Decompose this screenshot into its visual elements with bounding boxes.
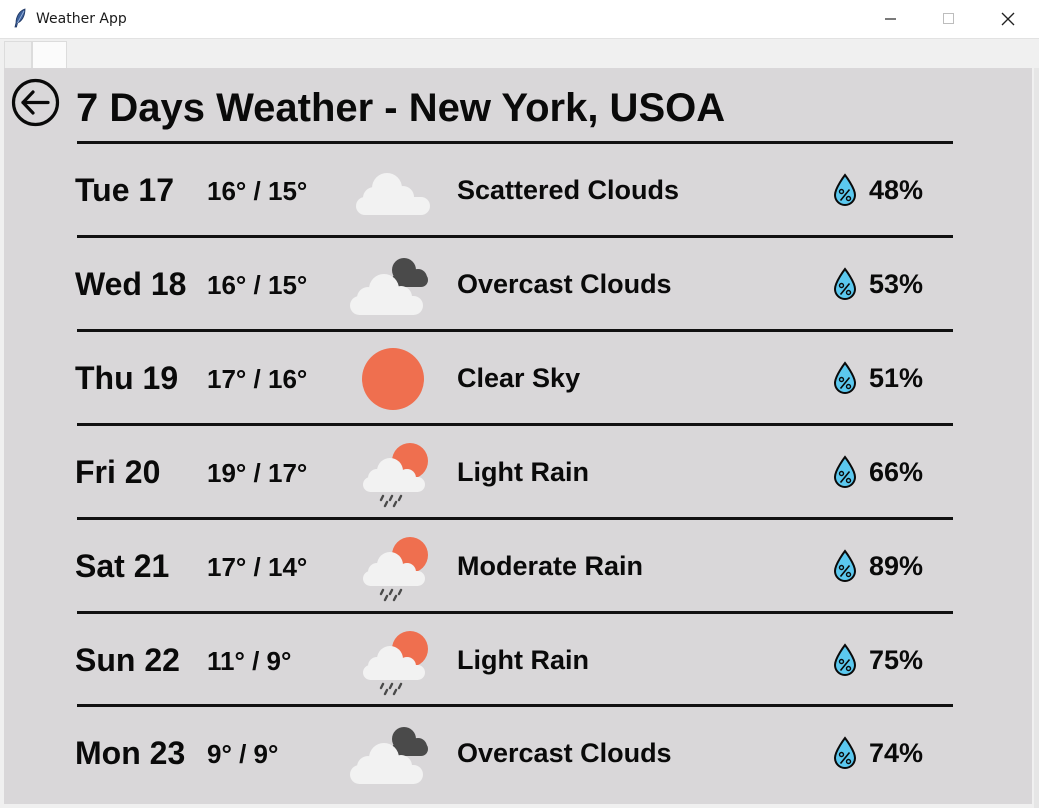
humidity-value: 51% — [869, 363, 924, 393]
minimize-icon — [885, 18, 896, 20]
rain-sun-cloud-icon — [363, 537, 428, 602]
day-label: Wed 18 — [75, 266, 187, 302]
humidity-value: 48% — [869, 175, 924, 205]
day-label: Tue 17 — [75, 172, 174, 208]
day-label: Thu 19 — [75, 360, 179, 396]
humidity-drop-icon — [833, 643, 857, 676]
weather-description: Overcast Clouds — [457, 269, 672, 299]
forecast-row: Fri 20 19° / 17° Light Rain 66% — [4, 425, 1032, 519]
temperature: 11° / 9° — [207, 646, 292, 676]
weather-description: Moderate Rain — [457, 551, 644, 581]
humidity-drop-icon — [833, 455, 857, 488]
tab-1[interactable] — [4, 41, 32, 70]
page-title: 7 Days Weather - New York, USOA — [76, 86, 726, 130]
humidity-value: 89% — [869, 551, 924, 581]
humidity-drop-icon — [833, 173, 857, 206]
maximize-button[interactable] — [920, 0, 978, 38]
humidity-value: 66% — [869, 457, 924, 487]
window-title: Weather App — [36, 11, 127, 27]
weather-description: Light Rain — [457, 645, 589, 675]
overcast-clouds-icon — [350, 258, 428, 315]
overcast-clouds-icon — [350, 727, 428, 784]
scattered-clouds-icon — [356, 173, 430, 215]
humidity-drop-icon — [833, 549, 857, 582]
tab-strip — [0, 38, 1039, 70]
forecast-row: Thu 19 17° / 16° Clear Sky 51% — [4, 331, 1032, 425]
clear-sky-sun-icon — [362, 348, 424, 410]
minimize-button[interactable] — [862, 0, 920, 38]
temperature: 17° / 14° — [207, 552, 308, 582]
close-icon — [1001, 12, 1015, 26]
weather-description: Overcast Clouds — [457, 738, 672, 768]
humidity-value: 75% — [869, 645, 924, 675]
day-label: Sat 21 — [75, 548, 170, 584]
temperature: 16° / 15° — [207, 270, 308, 300]
feather-icon — [14, 8, 26, 28]
rain-sun-cloud-icon — [363, 443, 428, 508]
title-bar: Weather App — [0, 0, 1039, 38]
day-label: Sun 22 — [75, 642, 180, 678]
weather-description: Clear Sky — [457, 363, 581, 393]
day-label: Mon 23 — [75, 735, 186, 771]
humidity-drop-icon — [833, 736, 857, 769]
day-label: Fri 20 — [75, 454, 161, 490]
humidity-drop-icon — [833, 361, 857, 394]
temperature: 19° / 17° — [207, 458, 308, 488]
tab-2[interactable] — [32, 41, 67, 70]
forecast-row: Sat 21 17° / 14° Moderate Rain 89% — [4, 519, 1032, 613]
forecast-row: Wed 18 16° / 15° Overcast Clouds 53% — [4, 237, 1032, 331]
humidity-value: 53% — [869, 269, 924, 299]
weather-description: Light Rain — [457, 457, 589, 487]
rain-sun-cloud-icon — [363, 631, 428, 696]
close-button[interactable] — [979, 0, 1037, 38]
temperature: 16° / 15° — [207, 176, 308, 206]
maximize-icon — [943, 13, 954, 24]
back-arrow-icon[interactable] — [11, 78, 60, 127]
forecast-panel: 7 Days Weather - New York, USOA Tue 17 1… — [4, 68, 1032, 804]
weather-description: Scattered Clouds — [457, 175, 680, 205]
temperature: 17° / 16° — [207, 364, 308, 394]
forecast-row: Sun 22 11° / 9° Light Rain 75% — [4, 613, 1032, 707]
forecast-row: Tue 17 16° / 15° Scattered Clouds 48% — [4, 143, 1032, 237]
temperature: 9° / 9° — [207, 739, 279, 769]
forecast-row: Mon 23 9° / 9° Overcast Clouds 74% — [4, 706, 1032, 800]
humidity-drop-icon — [833, 267, 857, 300]
humidity-value: 74% — [869, 738, 924, 768]
scrollbar[interactable] — [1034, 68, 1039, 808]
